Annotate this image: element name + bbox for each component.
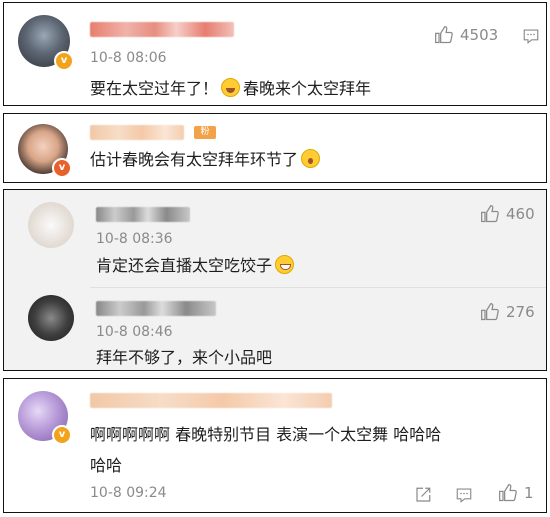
avatar[interactable]: v [18, 124, 72, 178]
comment-text-line: 哈哈 [90, 456, 123, 475]
grinning-emoji-icon [221, 78, 241, 97]
verified-badge-icon: v [52, 158, 72, 178]
divider [90, 287, 546, 288]
username-blurred[interactable] [96, 207, 190, 222]
like-button[interactable]: 4503 [434, 25, 498, 45]
username-blurred[interactable] [90, 125, 184, 140]
avatar[interactable] [28, 295, 74, 341]
thumbs-up-icon [481, 303, 499, 321]
reply-time: 10-8 08:36 [96, 231, 173, 247]
comment-text-part: 估计春晚会有太空拜年环节了 [90, 150, 299, 169]
smiling-emoji-icon [275, 255, 295, 274]
comment-card-2: v 粉 估计春晚会有太空拜年环节了 [3, 113, 547, 183]
replies-panel: 10-8 08:36 肯定还会直播太空吃饺子 460 10-8 08:46 拜年… [3, 189, 547, 371]
reply-text-part: 肯定还会直播太空吃饺子 [96, 256, 273, 275]
like-button[interactable]: 1 [498, 483, 534, 503]
comment-icon [456, 488, 472, 503]
thumbs-up-icon [481, 205, 499, 223]
username-blurred[interactable] [90, 393, 332, 408]
avatar[interactable] [28, 202, 74, 248]
comment-text: 要在太空过年了！ 春晚来个太空拜年 [90, 73, 371, 104]
like-count: 276 [506, 303, 535, 321]
fan-badge: 粉 [194, 126, 216, 139]
like-button[interactable]: 460 [480, 204, 535, 224]
like-count: 4503 [460, 26, 499, 44]
comment-text-part: 春晚来个太空拜年 [243, 79, 372, 98]
like-count: 1 [524, 484, 534, 502]
username-blurred[interactable] [90, 22, 234, 37]
thumbs-up-icon [435, 26, 453, 44]
avatar[interactable]: v [18, 391, 72, 445]
comment-icon [523, 29, 539, 44]
screaming-face-emoji-icon [301, 149, 321, 168]
verified-badge-icon: v [52, 425, 72, 445]
comment-text-part: 要在太空过年了！ [90, 79, 219, 98]
comment-text-line: 啊啊啊啊啊 春晚特别节目 表演一个太空舞 哈哈哈 [90, 425, 442, 444]
reply-text: 拜年不够了，来个小品吧 [96, 348, 273, 367]
share-icon [416, 487, 431, 502]
comment-card-3: v 啊啊啊啊啊 春晚特别节目 表演一个太空舞 哈哈哈 哈哈 10-8 09:24… [3, 378, 547, 513]
thumbs-up-icon [499, 484, 517, 502]
reply-time: 10-8 08:46 [96, 324, 173, 340]
reply-text: 肯定还会直播太空吃饺子 [96, 250, 297, 281]
comment-time: 10-8 08:06 [90, 50, 167, 66]
verified-badge-icon: v [54, 51, 74, 71]
comment-button[interactable] [455, 486, 473, 504]
comment-text: 估计春晚会有太空拜年环节了 [90, 144, 323, 175]
comment-time: 10-8 09:24 [90, 485, 167, 501]
like-button[interactable]: 276 [480, 302, 535, 322]
username-blurred[interactable] [96, 301, 216, 316]
avatar[interactable]: v [18, 15, 74, 71]
comment-button[interactable] [522, 27, 540, 45]
comment-text: 啊啊啊啊啊 春晚特别节目 表演一个太空舞 哈哈哈 哈哈 [90, 419, 535, 481]
share-button[interactable] [414, 486, 432, 504]
like-count: 460 [506, 205, 535, 223]
comment-card-1: v 10-8 08:06 要在太空过年了！ 春晚来个太空拜年 4503 [3, 2, 547, 106]
